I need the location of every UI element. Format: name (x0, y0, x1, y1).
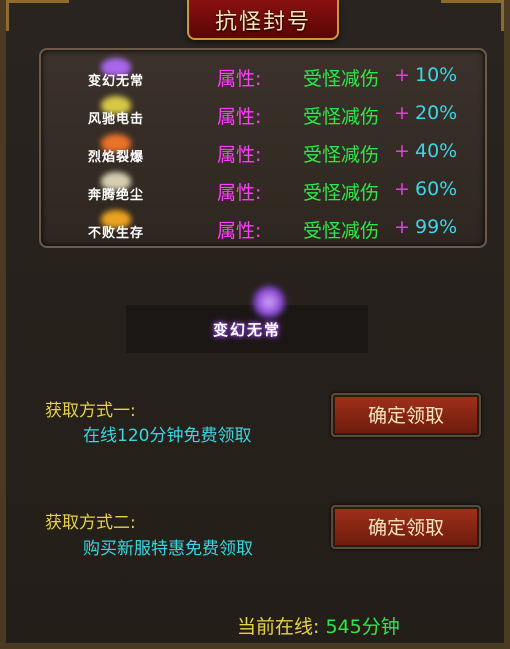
attribute-plus: + (394, 140, 410, 162)
panel-title: 抗怪封号 (214, 10, 311, 35)
badge-name: 奔腾绝尘 (87, 188, 144, 203)
attribute-row: 烈焰裂爆 属性: 受怪减伤 + 40% (41, 134, 485, 168)
attribute-value: 40% (415, 140, 458, 162)
method-two-desc: 购买新服特惠免费领取 (83, 539, 253, 559)
attribute-label: 属性: (217, 106, 262, 128)
badge-name: 烈焰裂爆 (87, 150, 144, 165)
attribute-plus: + (394, 216, 410, 238)
attribute-effect: 受怪减伤 (303, 144, 380, 166)
attribute-label: 属性: (217, 182, 262, 204)
attribute-plus: + (394, 178, 410, 200)
attribute-effect: 受怪减伤 (303, 220, 380, 242)
badge-name: 风驰电击 (87, 112, 144, 127)
attribute-value: 99% (415, 216, 458, 238)
online-label: 当前在线: (237, 616, 320, 638)
title-panel: 抗怪封号 变幻无常 属性: 受怪减伤 + 10% 风驰电击 属性: 受怪减伤 +… (0, 0, 510, 649)
purple-flame-icon (252, 285, 286, 319)
title-badge: 奔腾绝尘 (71, 172, 161, 204)
attribute-value: 20% (415, 102, 458, 124)
attribute-effect: 受怪减伤 (303, 182, 380, 204)
badge-name: 不败生存 (87, 226, 144, 241)
method-two-title: 获取方式二: (45, 513, 136, 533)
attribute-row: 不败生存 属性: 受怪减伤 + 99% (41, 210, 485, 244)
preview-title-name: 变幻无常 (212, 321, 281, 339)
attribute-row: 变幻无常 属性: 受怪减伤 + 10% (41, 58, 485, 92)
claim-button-two[interactable]: 确定领取 (331, 505, 481, 549)
attribute-row: 风驰电击 属性: 受怪减伤 + 20% (41, 96, 485, 130)
attribute-plus: + (394, 102, 410, 124)
frame-corner-right (441, 0, 504, 31)
claim-button-one[interactable]: 确定领取 (331, 393, 481, 437)
title-badge: 变幻无常 (71, 58, 161, 90)
method-one-desc: 在线120分钟免费领取 (83, 426, 252, 446)
attribute-value: 60% (415, 178, 458, 200)
attribute-effect: 受怪减伤 (303, 68, 380, 90)
attribute-value: 10% (415, 64, 458, 86)
title-preview: 变幻无常 (126, 285, 368, 353)
attribute-plus: + (394, 64, 410, 86)
badge-name: 变幻无常 (87, 74, 144, 89)
attribute-effect: 受怪减伤 (303, 106, 380, 128)
title-badge: 风驰电击 (71, 96, 161, 128)
online-time: 当前在线: 545分钟 (237, 612, 400, 639)
attribute-row: 奔腾绝尘 属性: 受怪减伤 + 60% (41, 172, 485, 206)
title-plate: 抗怪封号 (187, 0, 339, 40)
attribute-label: 属性: (217, 144, 262, 166)
method-one-title: 获取方式一: (45, 401, 136, 421)
frame-corner-left (6, 0, 69, 31)
online-value: 545分钟 (325, 616, 400, 638)
title-badge: 烈焰裂爆 (71, 134, 161, 166)
attribute-label: 属性: (217, 68, 262, 90)
attribute-label: 属性: (217, 220, 262, 242)
title-badge: 不败生存 (71, 210, 161, 242)
attribute-list: 变幻无常 属性: 受怪减伤 + 10% 风驰电击 属性: 受怪减伤 + 20% … (39, 48, 487, 248)
